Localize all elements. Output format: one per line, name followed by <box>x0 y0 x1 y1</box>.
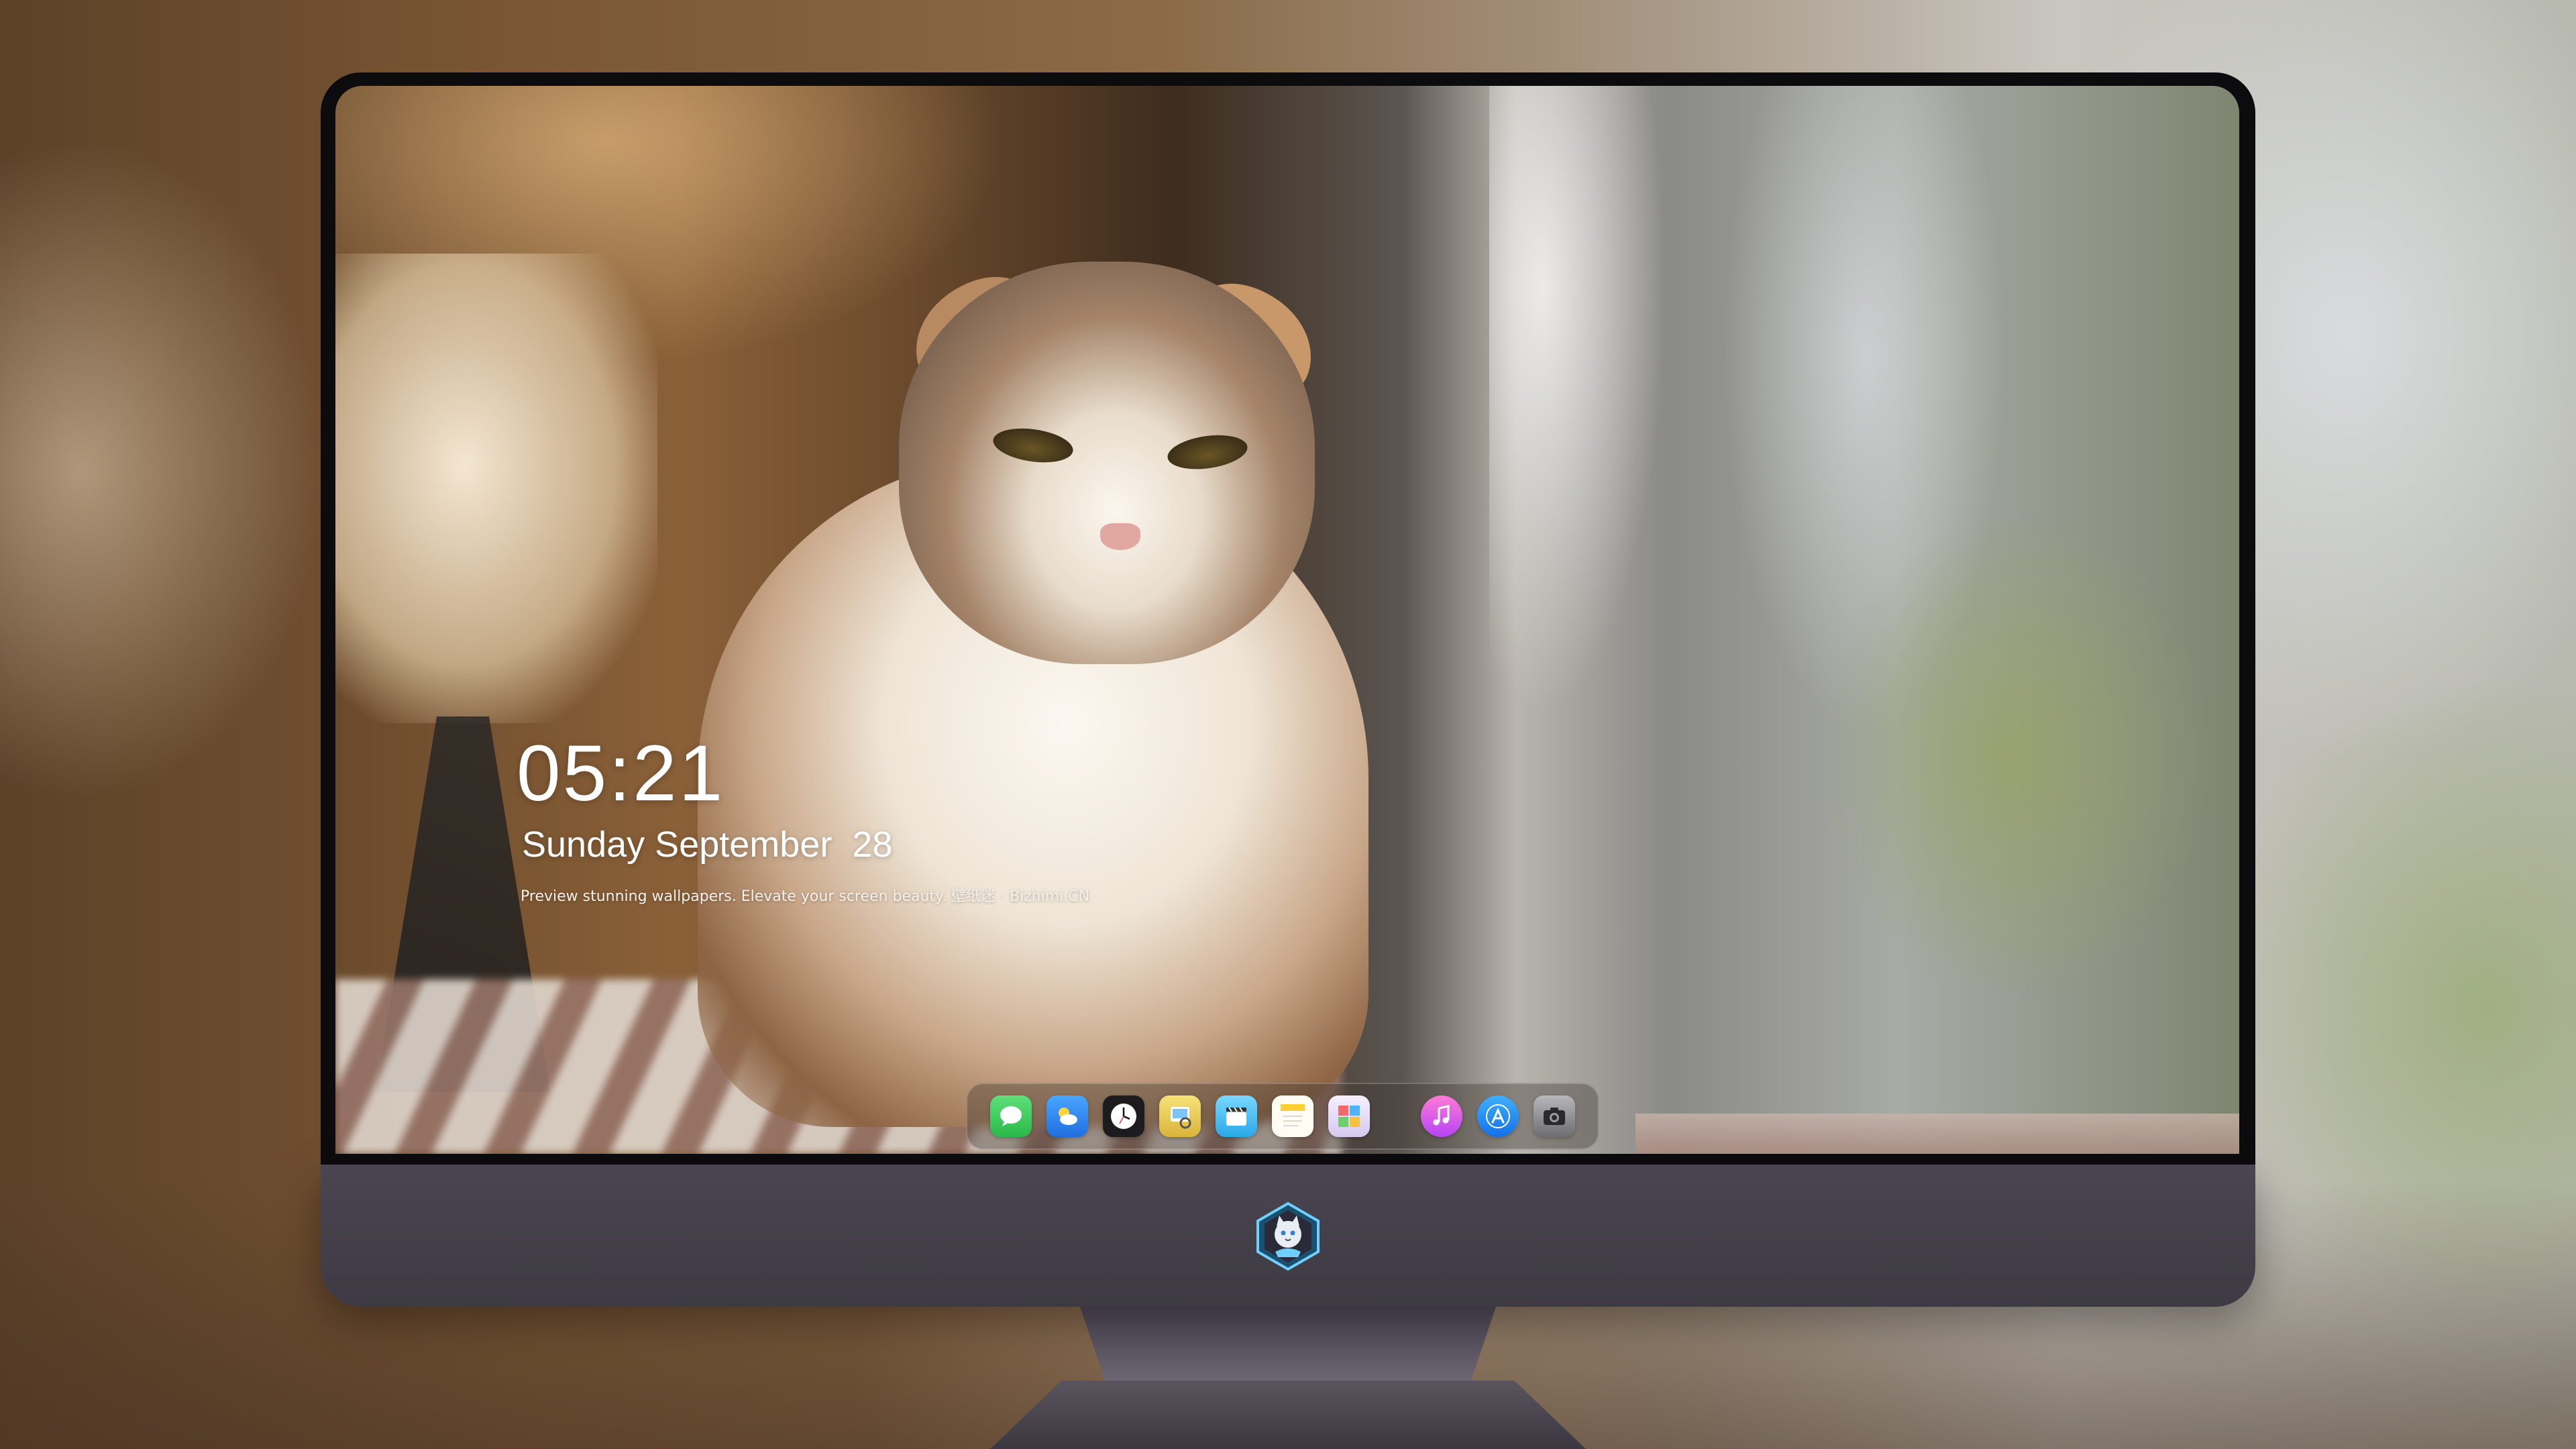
clips-icon[interactable] <box>1216 1095 1257 1137</box>
monitor-stand-neck <box>1080 1307 1496 1381</box>
dock-apps-secondary <box>1421 1095 1575 1137</box>
monitor-stand-base <box>990 1381 1586 1449</box>
wallpaper-window-light <box>1489 86 2239 1154</box>
weather-icon[interactable] <box>1046 1095 1088 1137</box>
lock-screen-date: Sunday September 28 <box>522 824 893 865</box>
lock-screen-caption: Preview stunning wallpapers. Elevate you… <box>521 888 1090 905</box>
wallpaper-window-sill <box>1635 1114 2239 1154</box>
notes-icon[interactable] <box>1272 1095 1313 1137</box>
dock <box>966 1083 1599 1150</box>
music-icon[interactable] <box>1421 1095 1462 1137</box>
photo-booth-icon[interactable] <box>1328 1095 1370 1137</box>
dock-apps-main <box>990 1095 1370 1137</box>
clock-icon[interactable] <box>1103 1095 1144 1137</box>
lock-screen-time: 05:21 <box>517 729 725 818</box>
app-store-icon[interactable] <box>1477 1095 1519 1137</box>
wallpaper-cat-nose <box>1100 523 1140 550</box>
cat-mascot-logo <box>1252 1201 1324 1272</box>
wallpaper-cat-head <box>899 262 1315 664</box>
messages-icon[interactable] <box>990 1095 1032 1137</box>
camera-icon[interactable] <box>1534 1095 1575 1137</box>
wallpaper-lamp-shade <box>335 254 657 723</box>
preview-icon[interactable] <box>1159 1095 1201 1137</box>
